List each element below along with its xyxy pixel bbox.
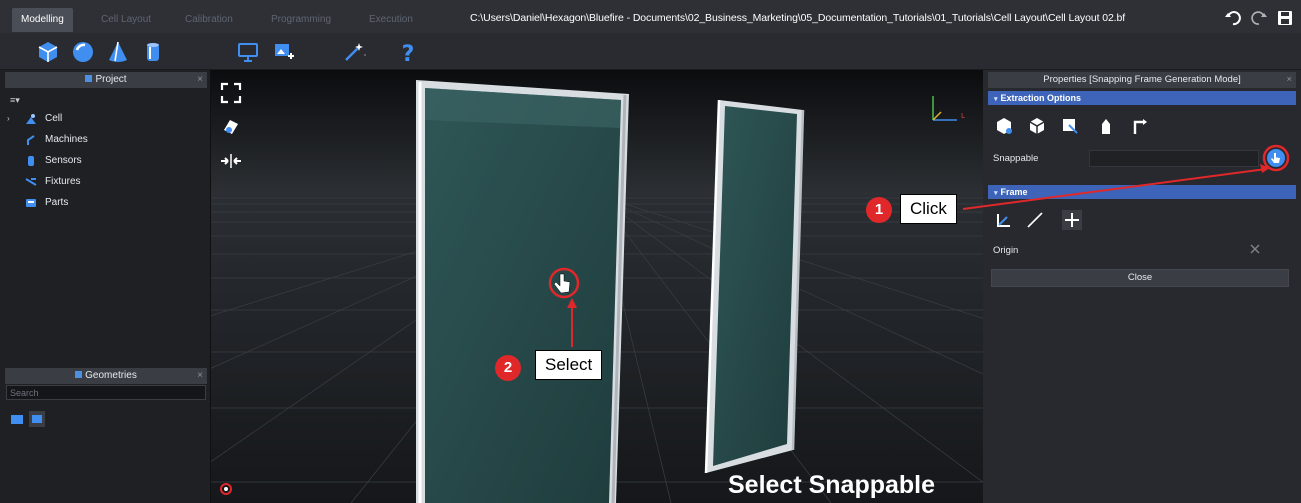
pick-snappable-button[interactable] xyxy=(1266,148,1286,168)
left-panel: Project × ≡▾ › Cell Machines Sensors Fix… xyxy=(0,70,211,503)
extract-edge-icon[interactable] xyxy=(1027,116,1047,136)
annotation-label-select: Select xyxy=(535,350,603,380)
close-icon[interactable]: × xyxy=(197,368,203,384)
tree-item-label: Parts xyxy=(45,197,69,208)
tree-options-icon[interactable]: ≡▾ xyxy=(10,95,20,106)
geometries-icon xyxy=(75,371,83,378)
sphere-icon[interactable] xyxy=(71,40,95,64)
close-icon[interactable]: × xyxy=(197,72,203,88)
annotation-badge-2: 2 xyxy=(495,355,521,381)
fixture-icon xyxy=(25,178,37,186)
svg-text:?: ? xyxy=(402,42,415,64)
fit-view-icon[interactable] xyxy=(220,82,242,104)
frame-section[interactable]: ▾ Frame xyxy=(988,185,1296,199)
project-panel-header: Project × xyxy=(5,72,207,88)
toolbar: ? xyxy=(0,33,1301,70)
tree-item-sensors[interactable]: Sensors xyxy=(5,152,205,170)
3d-scene[interactable]: L xyxy=(211,70,983,503)
tab-calibration[interactable]: Calibration xyxy=(176,8,242,32)
extract-feature-icon[interactable] xyxy=(1096,116,1116,136)
monitor-icon[interactable] xyxy=(236,40,260,64)
annotation-label-click: Click xyxy=(900,194,957,224)
extraction-options-title: Extraction Options xyxy=(1000,93,1082,103)
tab-modelling[interactable]: Modelling xyxy=(12,8,73,32)
sensor-icon xyxy=(28,156,34,166)
list-view-icon[interactable] xyxy=(29,411,45,427)
title-bar: Modelling Cell Layout Calibration Progra… xyxy=(0,0,1301,33)
frame-section-title: Frame xyxy=(1000,187,1028,197)
search-input[interactable] xyxy=(6,385,206,400)
viewport-caption: Select Snappable xyxy=(728,471,936,499)
align-icon[interactable] xyxy=(220,150,242,172)
tree-item-parts[interactable]: Parts xyxy=(5,194,205,212)
extraction-options-section[interactable]: ▾ Extraction Options xyxy=(988,91,1296,105)
expand-arrow-icon[interactable]: › xyxy=(7,110,10,128)
geometries-panel-header: Geometries × xyxy=(5,368,207,384)
tree-item-cell[interactable]: › Cell xyxy=(5,110,205,128)
magic-wand-icon[interactable] xyxy=(342,40,366,64)
help-icon[interactable]: ? xyxy=(396,40,420,64)
project-icon xyxy=(85,75,93,82)
save-icon[interactable] xyxy=(1276,9,1294,27)
extract-face-icon[interactable] xyxy=(1060,116,1080,136)
frame-line-icon[interactable] xyxy=(1025,210,1045,230)
tab-execution[interactable]: Execution xyxy=(360,8,422,32)
properties-title: Properties [Snapping Frame Generation Mo… xyxy=(1043,74,1241,85)
tree-item-fixtures[interactable]: Fixtures xyxy=(5,173,205,191)
tree-item-machines[interactable]: Machines xyxy=(5,131,205,149)
cylinder-icon[interactable] xyxy=(141,40,165,64)
close-icon[interactable]: × xyxy=(1286,72,1292,88)
collapse-arrow-icon: ▾ xyxy=(994,96,998,103)
svg-text:L: L xyxy=(961,112,965,120)
tree-item-label: Fixtures xyxy=(45,176,81,187)
extract-vertex-icon[interactable] xyxy=(994,116,1014,136)
file-path: C:\Users\Daniel\Hexagon\Bluefire - Docum… xyxy=(470,12,1126,24)
folder-view-icon[interactable] xyxy=(9,411,25,427)
robot-arm-icon xyxy=(27,135,35,145)
part-icon xyxy=(26,199,36,207)
cone-icon[interactable] xyxy=(106,40,130,64)
properties-panel: Properties [Snapping Frame Generation Mo… xyxy=(983,70,1301,503)
project-panel-title: Project xyxy=(95,74,127,85)
frame-axes-icon[interactable] xyxy=(994,210,1014,230)
tab-cell-layout[interactable]: Cell Layout xyxy=(92,8,160,32)
tab-programming[interactable]: Programming xyxy=(262,8,340,32)
redo-icon[interactable] xyxy=(1250,9,1268,27)
undo-icon[interactable] xyxy=(1224,9,1242,27)
cell-icon xyxy=(26,114,36,124)
collapse-arrow-icon: ▾ xyxy=(994,190,998,197)
geometries-panel-title: Geometries xyxy=(85,370,137,381)
snappable-field[interactable] xyxy=(1089,150,1259,167)
snappable-label: Snappable xyxy=(993,153,1039,164)
camera-icon[interactable] xyxy=(220,116,242,138)
snappable-panel-near[interactable] xyxy=(416,80,629,503)
3d-viewport[interactable]: L Select Snappable xyxy=(211,70,983,503)
origin-clear-icon[interactable] xyxy=(1249,243,1261,255)
tree-item-label: Cell xyxy=(45,113,63,124)
tree-item-label: Machines xyxy=(45,134,88,145)
properties-panel-header: Properties [Snapping Frame Generation Mo… xyxy=(988,72,1296,88)
close-button[interactable]: Close xyxy=(991,269,1289,287)
cube-icon[interactable] xyxy=(36,40,60,64)
image-add-icon[interactable] xyxy=(272,40,296,64)
frame-point-icon[interactable] xyxy=(1062,210,1082,230)
tree-item-label: Sensors xyxy=(45,155,82,166)
annotation-badge-1: 1 xyxy=(866,197,892,223)
origin-label: Origin xyxy=(993,245,1019,256)
frame-panel-far[interactable] xyxy=(704,99,805,474)
extract-axis-icon[interactable] xyxy=(1129,116,1149,136)
